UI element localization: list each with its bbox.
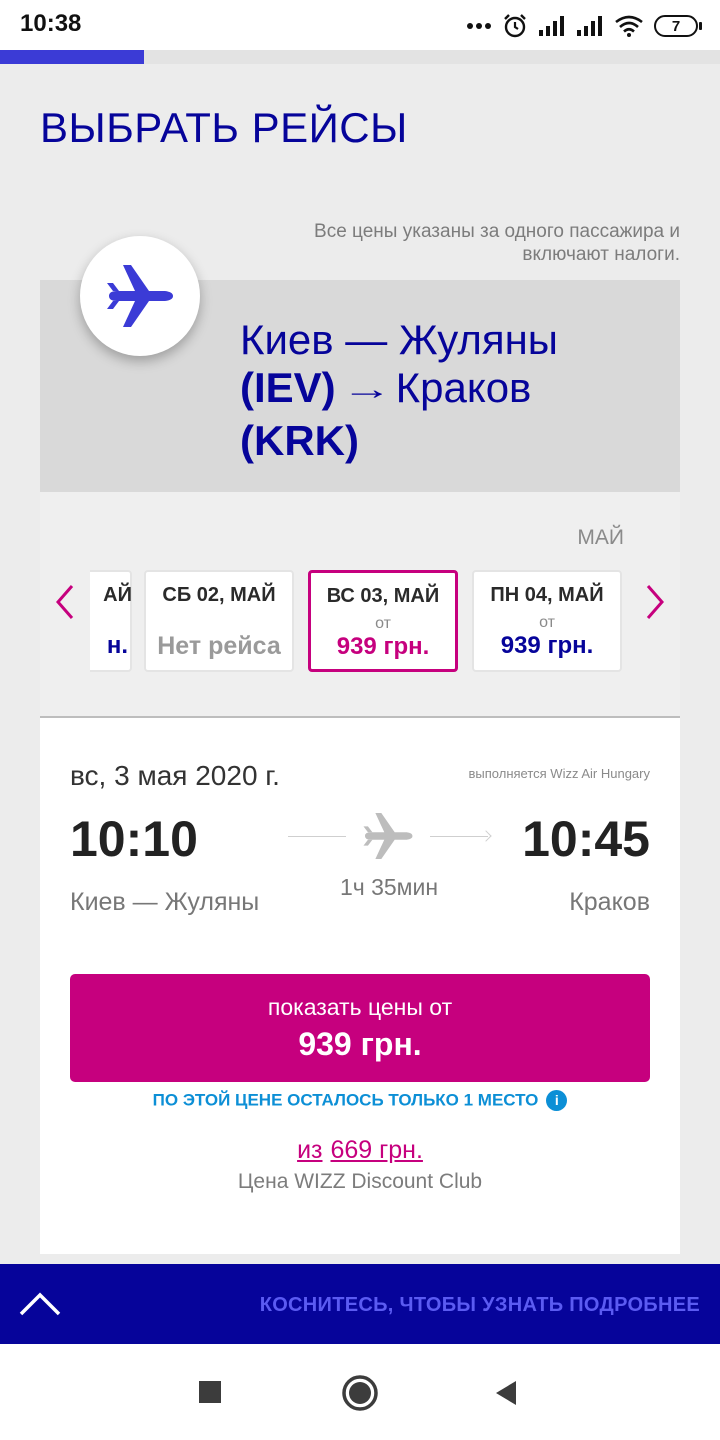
flight-duration: 1ч 35мин (339, 874, 439, 900)
flight-operator: выполняется Wizz Air Hungary (468, 766, 651, 781)
signal-icon (577, 16, 602, 36)
date-card-price: 939 грн. (336, 633, 430, 660)
departure-city: Киев — Жуляны (70, 888, 260, 916)
departure-time: 10:10 (70, 811, 198, 867)
club-from: из (297, 1136, 323, 1164)
page-title: ВЫБРАТЬ РЕЙСЫ (40, 104, 408, 151)
signal-icon (539, 16, 564, 36)
route-title: Киев — Жуляны (IEV) →Краков (KRK) (240, 316, 660, 465)
recents-square-icon[interactable] (198, 1380, 222, 1404)
seats-notice: ПО ЭТОЙ ЦЕНЕ ОСТАЛОСЬ ТОЛЬКО 1 МЕСТО i (40, 1090, 680, 1111)
date-card-day: АЙ (103, 584, 132, 606)
discount-club-price-link[interactable]: из 669 грн. (40, 1136, 680, 1165)
month-label: МАЙ (577, 526, 624, 549)
airplane-icon (107, 265, 173, 327)
date-card-price: 939 грн. (500, 632, 594, 659)
date-card-mon-04[interactable]: ПН 04, МАЙ от 939 грн. (472, 570, 622, 672)
route-line (288, 836, 346, 837)
battery-icon: 7 (654, 15, 702, 37)
date-card-sat-02[interactable]: СБ 02, МАЙ Нет рейса (144, 570, 294, 672)
details-banner[interactable]: КОСНИТЕСЬ, ЧТОБЫ УЗНАТЬ ПОДРОБНЕЕ (0, 1264, 720, 1344)
system-navigation-bar (0, 1344, 720, 1440)
date-card-no-flight: Нет рейса (157, 632, 281, 660)
more-dots-icon (467, 23, 491, 29)
details-banner-text: КОСНИТЕСЬ, ЧТОБЫ УЗНАТЬ ПОДРОБНЕЕ (259, 1294, 700, 1316)
show-prices-button[interactable]: показать цены от 939 грн. (70, 974, 650, 1082)
date-card-prev[interactable]: АЙ н. (90, 570, 132, 672)
chevron-left-icon (56, 585, 74, 619)
date-card-day: СБ 02, МАЙ (162, 584, 276, 606)
route-arrow: → (341, 373, 393, 406)
airplane-icon (363, 812, 413, 860)
date-card-day: ПН 04, МАЙ (490, 584, 604, 606)
club-price: 669 грн. (330, 1136, 423, 1164)
route-line (430, 836, 488, 837)
route-origin: Киев — Жуляны (240, 316, 558, 363)
date-card-day: ВС 03, МАЙ (326, 585, 440, 607)
alarm-icon (504, 14, 526, 38)
status-bar: 10:38 7 (0, 0, 720, 50)
date-card-from: от (539, 614, 555, 631)
prev-date-button[interactable] (50, 580, 80, 624)
show-prices-amount: 939 грн. (298, 1026, 422, 1062)
booking-progress-fill (0, 50, 144, 64)
arrival-city: Краков (569, 888, 650, 916)
plane-badge (80, 236, 200, 356)
show-prices-label: показать цены от (267, 994, 453, 1020)
home-circle-icon[interactable] (341, 1374, 379, 1412)
chevron-up-icon (19, 1292, 61, 1316)
discount-club-label: Цена WIZZ Discount Club (237, 1170, 483, 1193)
next-date-button[interactable] (640, 580, 670, 624)
status-icons: 7 (466, 12, 702, 40)
booking-progress-bar (0, 50, 720, 64)
route-destination-code: (KRK) (240, 417, 359, 464)
date-card-sun-03-selected[interactable]: ВС 03, МАЙ от 939 грн. (308, 570, 458, 672)
date-card-price: н. (106, 632, 128, 659)
arrival-time: 10:45 (522, 811, 650, 867)
seats-notice-text: ПО ЭТОЙ ЦЕНЕ ОСТАЛОСЬ ТОЛЬКО 1 МЕСТО (152, 1090, 539, 1110)
chevron-right-icon (646, 585, 664, 619)
price-note: Все цены указаны за одного пассажира и в… (314, 221, 680, 265)
battery-level: 7 (654, 15, 698, 37)
route-origin-code: (IEV) (240, 364, 336, 411)
wifi-icon (615, 15, 643, 37)
flight-date: вс, 3 мая 2020 г. (70, 760, 280, 791)
back-triangle-icon[interactable] (494, 1380, 518, 1406)
status-time: 10:38 (20, 10, 82, 37)
info-icon[interactable]: i (546, 1090, 568, 1111)
date-cards-viewport: АЙ н. СБ 02, МАЙ Нет рейса ВС 03, МАЙ от… (90, 570, 630, 674)
date-card-from: от (375, 615, 391, 632)
date-selector: МАЙ АЙ н. СБ 02, МАЙ Нет рейса ВС 03, МА… (40, 492, 680, 716)
route-arrowhead (480, 830, 492, 842)
route-destination: Краков (395, 364, 532, 411)
flight-card: вс, 3 мая 2020 г. выполняется Wizz Air H… (40, 718, 680, 1254)
